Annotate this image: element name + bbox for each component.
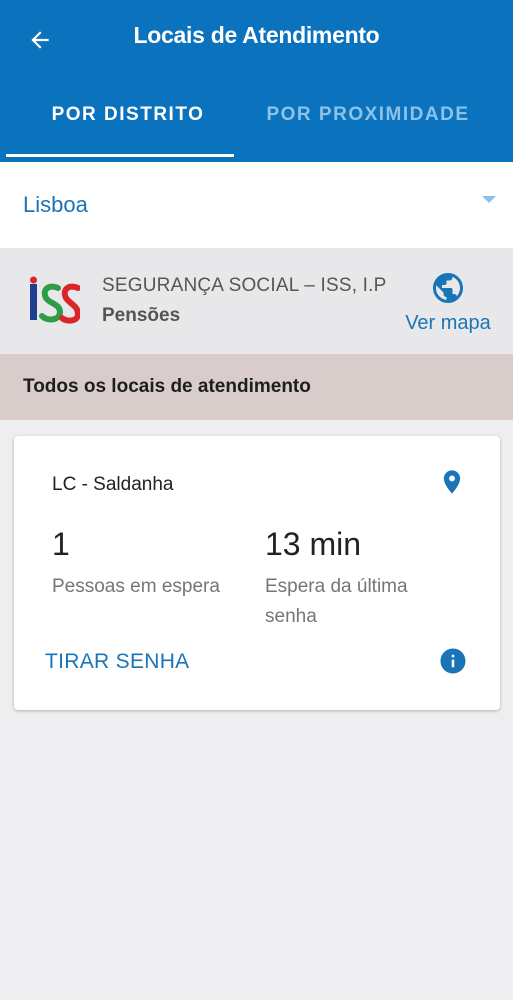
tab-indicator bbox=[6, 154, 234, 157]
globe-icon bbox=[433, 273, 463, 303]
iss-logo bbox=[30, 276, 80, 324]
district-selector[interactable]: Lisboa bbox=[0, 162, 513, 248]
location-pin-icon bbox=[443, 470, 461, 494]
info-icon bbox=[440, 648, 466, 674]
info-button[interactable] bbox=[438, 646, 468, 681]
take-ticket-button[interactable]: TIRAR SENHA bbox=[45, 650, 190, 674]
app-bar: Locais de Atendimento POR DISTRITO POR P… bbox=[0, 0, 513, 162]
service-info: SEGURANÇA SOCIAL – ISS, I.P Pensões Ver … bbox=[0, 248, 513, 354]
service-name: Pensões bbox=[102, 305, 181, 326]
last-wait-label: Espera da última senha bbox=[265, 572, 445, 632]
organization-name: SEGURANÇA SOCIAL – ISS, I.P bbox=[102, 275, 387, 296]
view-map-button[interactable]: Ver mapa bbox=[398, 270, 498, 336]
people-waiting-count: 1 bbox=[52, 526, 70, 562]
people-waiting-label: Pessoas em espera bbox=[52, 576, 220, 597]
location-name: LC - Saldanha bbox=[52, 474, 174, 495]
tab-por-distrito[interactable]: POR DISTRITO bbox=[0, 104, 256, 126]
last-wait-label-line2: senha bbox=[265, 606, 317, 627]
page-title: Locais de Atendimento bbox=[133, 22, 380, 48]
tab-por-proximidade[interactable]: POR PROXIMIDADE bbox=[240, 104, 496, 126]
location-pin-button[interactable] bbox=[438, 468, 466, 501]
chevron-down-icon bbox=[482, 196, 496, 203]
section-title: Todos os locais de atendimento bbox=[23, 376, 311, 397]
district-value: Lisboa bbox=[23, 192, 88, 217]
section-header: Todos os locais de atendimento bbox=[0, 354, 513, 420]
view-map-label: Ver mapa bbox=[405, 312, 491, 334]
last-wait-time: 13 min bbox=[265, 526, 362, 562]
last-wait-label-line1: Espera da última bbox=[265, 576, 408, 597]
location-card: LC - Saldanha 1 13 min Pessoas em espera… bbox=[14, 436, 500, 710]
